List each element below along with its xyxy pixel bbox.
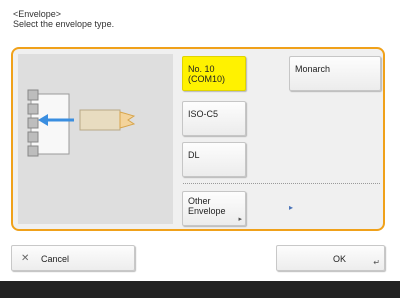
option-monarch[interactable]: Monarch [289, 56, 381, 91]
option-iso-c5[interactable]: ISO-C5 [182, 101, 246, 136]
envelope-feed-illustration [18, 54, 173, 224]
cancel-button[interactable]: ✕ Cancel [11, 245, 135, 271]
page-title: <Envelope> [13, 9, 62, 19]
ok-button[interactable]: OK ↵ [276, 245, 385, 271]
cancel-label: Cancel [41, 254, 70, 264]
option-no10-com10[interactable]: No. 10 (COM10) [182, 56, 246, 91]
divider [183, 183, 380, 184]
submenu-icon: ▸ [238, 216, 242, 223]
page-header: <Envelope> Select the envelope type. [13, 9, 114, 29]
ok-label: OK [333, 254, 347, 264]
option-other-envelope[interactable]: Other Envelope ▸ [182, 191, 246, 226]
status-bar [0, 281, 400, 298]
option-label: No. 10 (COM10) [188, 64, 226, 84]
option-label: ISO-C5 [188, 109, 219, 119]
submenu-arrow-icon: ▸ [289, 203, 294, 212]
option-label-line-1: Other [188, 196, 211, 206]
option-label: Monarch [295, 64, 331, 74]
option-label: DL [188, 150, 200, 160]
option-dl[interactable]: DL [182, 142, 246, 177]
envelope-selection-panel: No. 10 (COM10) Monarch ISO-C5 DL Other E… [11, 47, 385, 231]
feed-tray-icon [18, 54, 173, 224]
enter-icon: ↵ [373, 258, 380, 267]
close-icon: ✕ [21, 253, 30, 264]
page-subtitle: Select the envelope type. [13, 19, 115, 29]
option-label-line-2: Envelope [188, 206, 226, 216]
